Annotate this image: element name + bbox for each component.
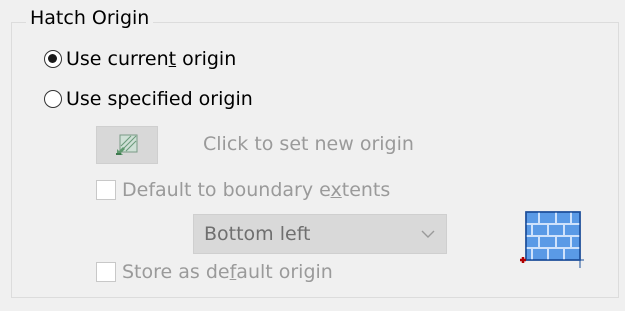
store-default-checkbox[interactable]: Store as default origin	[96, 260, 333, 284]
hatch-origin-preview-icon	[520, 211, 584, 268]
use-specified-origin-radio[interactable]: Use specified origin	[44, 87, 253, 111]
origin-position-select[interactable]: Bottom left	[193, 214, 447, 254]
checkbox-box[interactable]	[96, 262, 116, 282]
origin-position-value: Bottom left	[204, 223, 311, 245]
radio-indicator-checked[interactable]	[44, 50, 62, 68]
set-origin-label-row: Click to set new origin	[203, 132, 414, 156]
set-origin-button[interactable]	[96, 126, 158, 164]
pick-origin-icon	[116, 134, 138, 155]
default-boundary-label: Default to boundary extents	[122, 179, 391, 201]
radio-indicator-unchecked[interactable]	[44, 90, 62, 108]
checkbox-box[interactable]	[96, 180, 116, 200]
set-origin-label: Click to set new origin	[203, 133, 414, 155]
group-title: Hatch Origin	[26, 6, 154, 30]
chevron-down-icon	[421, 230, 435, 238]
use-specified-origin-label: Use specified origin	[66, 88, 253, 110]
default-boundary-checkbox[interactable]: Default to boundary extents	[96, 178, 390, 202]
hatch-origin-panel: Hatch Origin Use current origin Use spec…	[0, 0, 625, 311]
use-current-origin-radio[interactable]: Use current origin	[44, 47, 236, 71]
use-current-origin-label: Use current origin	[66, 48, 237, 70]
store-default-label: Store as default origin	[122, 261, 333, 283]
